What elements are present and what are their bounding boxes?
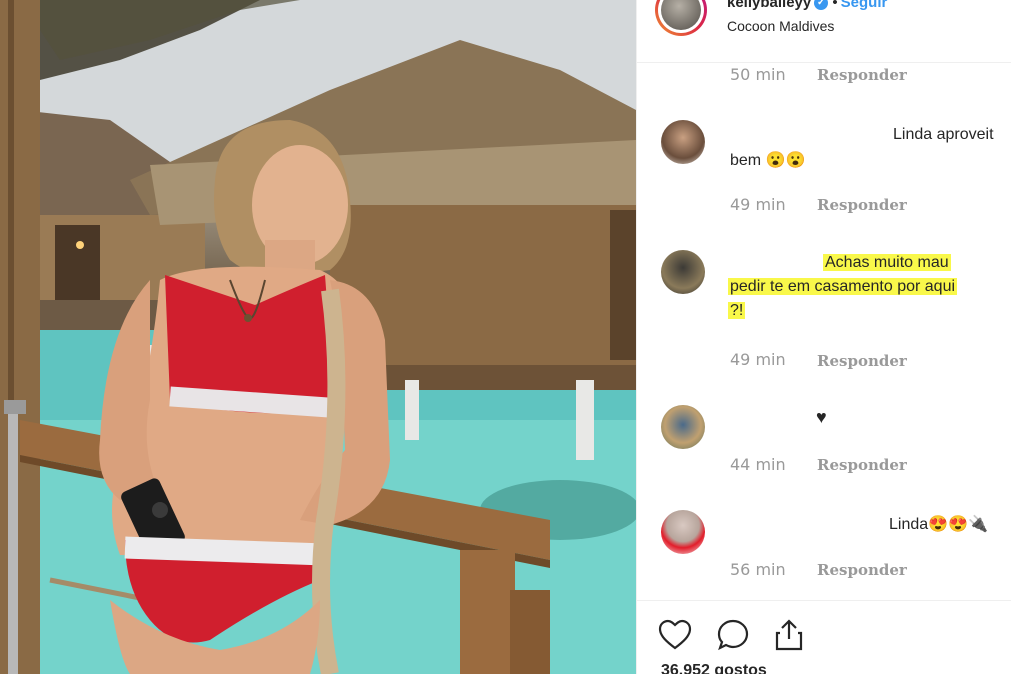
comment-time: 49 min: [730, 195, 786, 214]
comment-text-cont: bem 😮😮: [730, 152, 806, 169]
comment-heart: ♥: [816, 407, 827, 427]
comment-icon[interactable]: [715, 617, 751, 653]
comment-text-cont: ?!: [728, 302, 746, 319]
commenter-avatar[interactable]: [661, 405, 705, 449]
reply-button[interactable]: Responder: [817, 66, 907, 84]
author-username-row: kellybaileyy ✓ • Seguir: [727, 0, 887, 11]
comment-text: Achas muito mau: [823, 254, 951, 271]
commenter-avatar[interactable]: [661, 120, 705, 164]
comment-text: Linda😍😍🔌: [889, 516, 988, 533]
photo-scene: [0, 0, 636, 674]
commenter-avatar[interactable]: [661, 510, 705, 554]
author-avatar[interactable]: [655, 0, 707, 36]
heart-icon[interactable]: [657, 617, 693, 653]
author-username[interactable]: kellybaileyy: [727, 0, 811, 11]
reply-button[interactable]: Responder: [817, 456, 907, 474]
comment-text-cont: pedir te em casamento por aqui: [728, 278, 958, 295]
post-photo[interactable]: [0, 0, 636, 674]
reply-button[interactable]: Responder: [817, 561, 907, 579]
reply-button[interactable]: Responder: [817, 196, 907, 214]
reply-button[interactable]: Responder: [817, 352, 907, 370]
verified-badge-icon: ✓: [814, 0, 829, 11]
comment-time: 44 min: [730, 455, 786, 474]
comment-time: 50 min: [730, 65, 786, 84]
comments-panel: kellybaileyy ✓ • Seguir Cocoon Maldives 50…: [636, 0, 1011, 674]
post-header: kellybaileyy ✓ • Seguir Cocoon Maldives: [637, 0, 1011, 63]
comment-text: Linda aproveit: [893, 126, 994, 143]
follow-button[interactable]: Seguir: [841, 0, 888, 11]
dot-separator: •: [832, 0, 838, 11]
commenter-avatar[interactable]: [661, 250, 705, 294]
comment-time: 49 min: [730, 350, 786, 369]
share-icon[interactable]: [771, 617, 807, 653]
likes-count[interactable]: 36.952 gostos: [661, 662, 767, 674]
comment-time: 56 min: [730, 560, 786, 579]
post-location[interactable]: Cocoon Maldives: [727, 18, 834, 34]
